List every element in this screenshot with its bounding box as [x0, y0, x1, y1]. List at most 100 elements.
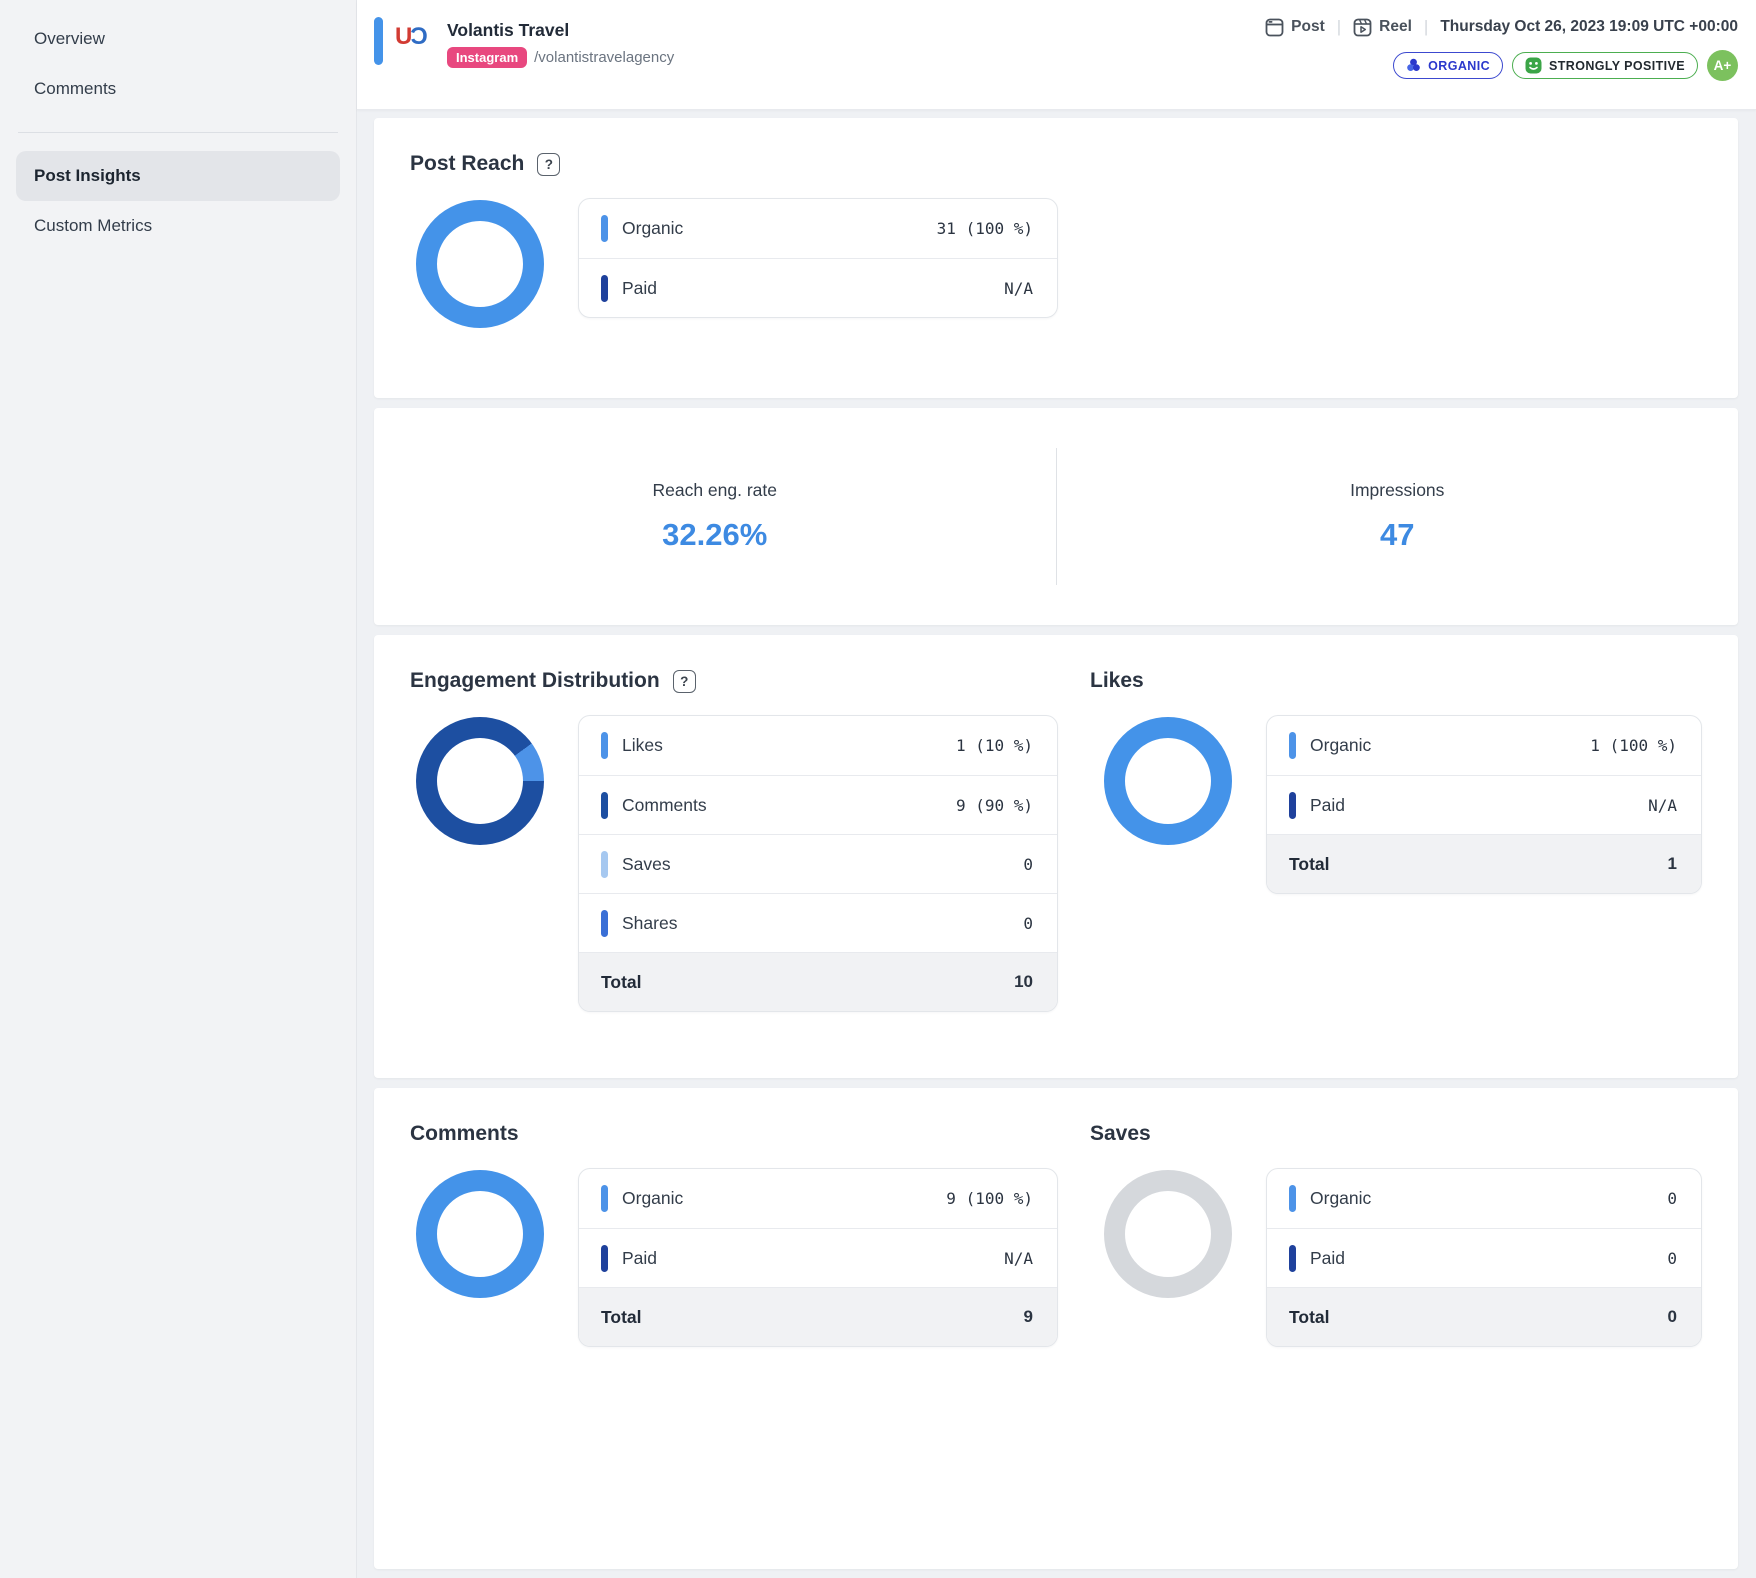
- engagement-card: Engagement Distribution ? Likes 1 (10 %): [374, 635, 1738, 1078]
- reel-label: Reel: [1379, 18, 1412, 36]
- comments-saves-card: Comments Organic 9 (100 %): [374, 1088, 1738, 1569]
- smiley-icon: [1525, 57, 1542, 74]
- likes-donut-chart: [1104, 717, 1232, 845]
- legend-row-paid: Paid N/A: [579, 1228, 1057, 1287]
- legend-row-saves: Saves 0: [579, 834, 1057, 893]
- likes-section: Likes Organic 1 (100 %) P: [1086, 669, 1702, 1044]
- saves-section: Saves Organic 0 Paid: [1086, 1122, 1702, 1535]
- likes-legend: Organic 1 (100 %) Paid N/A Total 1: [1266, 715, 1702, 894]
- total-label: Total: [601, 1307, 1024, 1328]
- legend-row-paid: Paid 0: [1267, 1228, 1701, 1287]
- post-reach-donut-chart: [416, 200, 544, 328]
- reach-eng-rate-stat: Reach eng. rate 32.26%: [374, 438, 1056, 595]
- legend-label: Organic: [622, 1188, 946, 1209]
- legend-value: 0: [1667, 1189, 1677, 1208]
- legend-label: Saves: [622, 854, 1023, 875]
- logo-letter: Ɔ: [410, 23, 425, 51]
- organic-icon: [1406, 58, 1421, 73]
- legend-color-chip: [601, 275, 608, 302]
- legend-total-row: Total 9: [579, 1287, 1057, 1346]
- legend-color-chip: [1289, 732, 1296, 759]
- organic-badge-label: ORGANIC: [1428, 59, 1490, 73]
- sidebar-item-custom-metrics[interactable]: Custom Metrics: [16, 201, 340, 251]
- post-datetime: Thursday Oct 26, 2023 19:09 UTC +00:00: [1440, 18, 1738, 36]
- help-icon[interactable]: ?: [537, 153, 560, 176]
- post-label: Post: [1291, 18, 1325, 36]
- legend-row-organic: Organic 1 (100 %): [1267, 716, 1701, 775]
- legend-label: Paid: [1310, 795, 1648, 816]
- legend-value: 31 (100 %): [937, 219, 1033, 238]
- saves-title: Saves: [1090, 1122, 1151, 1146]
- network-badge: Instagram: [447, 47, 527, 68]
- content: Post Reach ? Organic 31 (100 %) Paid: [357, 110, 1756, 1569]
- engagement-donut-chart: [416, 717, 544, 845]
- comments-section: Comments Organic 9 (100 %): [410, 1122, 1086, 1535]
- legend-value: 9 (90 %): [956, 796, 1033, 815]
- stats-card: Reach eng. rate 32.26% Impressions 47: [374, 408, 1738, 625]
- stat-label: Reach eng. rate: [652, 480, 777, 501]
- legend-row-organic: Organic 31 (100 %): [579, 199, 1057, 258]
- legend-value: 0: [1023, 914, 1033, 933]
- sentiment-badge-label: STRONGLY POSITIVE: [1549, 59, 1685, 73]
- app-window: Overview Comments Post Insights Custom M…: [0, 0, 1756, 1578]
- impressions-stat: Impressions 47: [1057, 438, 1739, 595]
- organic-badge: ORGANIC: [1393, 52, 1503, 79]
- legend-row-organic: Organic 9 (100 %): [579, 1169, 1057, 1228]
- sidebar-item-overview[interactable]: Overview: [16, 14, 340, 64]
- separator: |: [1337, 17, 1341, 37]
- engagement-legend: Likes 1 (10 %) Comments 9 (90 %) Saves: [578, 715, 1058, 1012]
- legend-total-row: Total 10: [579, 952, 1057, 1011]
- sidebar-item-label: Post Insights: [34, 166, 141, 186]
- reel-icon: [1353, 18, 1372, 37]
- post-icon: [1265, 18, 1284, 37]
- comments-title: Comments: [410, 1122, 519, 1146]
- stat-value: 47: [1380, 517, 1414, 553]
- legend-label: Shares: [622, 913, 1023, 934]
- legend-value: 1 (100 %): [1590, 736, 1677, 755]
- saves-donut-chart: [1104, 1170, 1232, 1298]
- legend-label: Paid: [1310, 1248, 1667, 1269]
- sidebar-item-label: Custom Metrics: [34, 216, 152, 236]
- total-label: Total: [601, 972, 1014, 993]
- total-value: 9: [1024, 1307, 1033, 1327]
- post-reach-legend: Organic 31 (100 %) Paid N/A: [578, 198, 1058, 318]
- grade-badge: A+: [1707, 50, 1738, 81]
- legend-color-chip: [601, 851, 608, 878]
- legend-row-organic: Organic 0: [1267, 1169, 1701, 1228]
- separator: |: [1424, 17, 1428, 37]
- legend-label: Paid: [622, 1248, 1004, 1269]
- saves-legend: Organic 0 Paid 0 Total 0: [1266, 1168, 1702, 1347]
- legend-color-chip: [601, 215, 608, 242]
- legend-row-paid: Paid N/A: [579, 258, 1057, 317]
- sidebar-item-post-insights[interactable]: Post Insights: [16, 151, 340, 201]
- legend-color-chip: [601, 1245, 608, 1272]
- post-reach-title: Post Reach: [410, 152, 524, 176]
- account-info: U Ɔ Volantis Travel Instagram /volantist…: [373, 14, 674, 99]
- account-name: Volantis Travel: [447, 20, 674, 41]
- legend-label: Paid: [622, 278, 1004, 299]
- total-label: Total: [1289, 854, 1668, 875]
- sidebar-item-comments[interactable]: Comments: [16, 64, 340, 114]
- stat-label: Impressions: [1350, 480, 1444, 501]
- account-avatar: U Ɔ: [395, 20, 437, 54]
- sidebar-item-label: Comments: [34, 79, 116, 99]
- sidebar: Overview Comments Post Insights Custom M…: [0, 0, 357, 1578]
- legend-color-chip: [1289, 792, 1296, 819]
- account-handle: /volantistravelagency: [534, 49, 674, 66]
- comments-legend: Organic 9 (100 %) Paid N/A Total 9: [578, 1168, 1058, 1347]
- legend-label: Organic: [1310, 735, 1590, 756]
- legend-total-row: Total 0: [1267, 1287, 1701, 1346]
- legend-value: N/A: [1648, 796, 1677, 815]
- help-icon[interactable]: ?: [673, 670, 696, 693]
- legend-value: N/A: [1004, 279, 1033, 298]
- header-meta: Post | Reel | Thursday Oct 26, 2023 19:0…: [1265, 14, 1738, 99]
- reel-type-link[interactable]: Reel: [1353, 18, 1412, 37]
- total-value: 0: [1668, 1307, 1677, 1327]
- comments-donut-chart: [416, 1170, 544, 1298]
- sidebar-item-label: Overview: [34, 29, 105, 49]
- legend-value: 0: [1667, 1249, 1677, 1268]
- legend-value: 1 (10 %): [956, 736, 1033, 755]
- legend-color-chip: [601, 910, 608, 937]
- post-type-link[interactable]: Post: [1265, 18, 1325, 37]
- legend-color-chip: [601, 732, 608, 759]
